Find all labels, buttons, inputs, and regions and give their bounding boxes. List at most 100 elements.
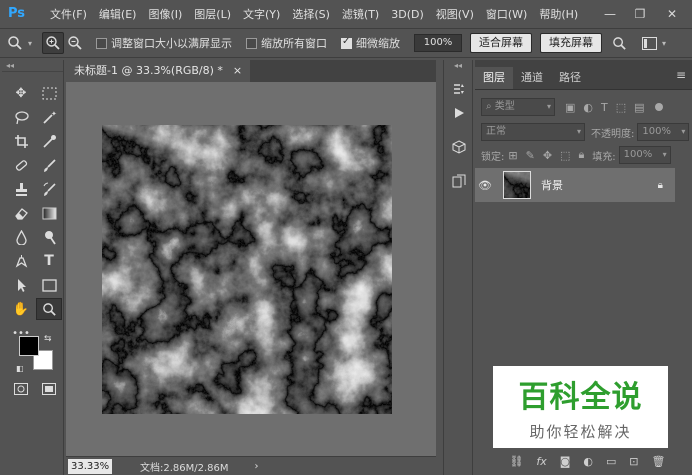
search-icon[interactable] bbox=[608, 32, 630, 54]
menu-3d[interactable]: 3D(D) bbox=[385, 8, 430, 21]
dodge-tool-icon[interactable] bbox=[36, 226, 62, 248]
panel-menu-icon[interactable]: ≡ bbox=[676, 68, 686, 82]
marquee-tool-icon[interactable] bbox=[36, 82, 62, 104]
tab-layers[interactable]: 图层 bbox=[475, 67, 513, 89]
filter-adjustment-icon[interactable]: ◐ bbox=[583, 101, 593, 114]
status-menu-arrow-icon[interactable]: › bbox=[255, 461, 259, 472]
rectangle-tool-icon[interactable] bbox=[36, 274, 62, 296]
minimize-button[interactable]: — bbox=[596, 0, 624, 28]
move-tool-icon[interactable]: ✥ bbox=[8, 82, 34, 104]
resize-windows-option[interactable]: 调整窗口大小以满屏显示 bbox=[96, 35, 232, 51]
fill-screen-button[interactable]: 填充屏幕 bbox=[540, 33, 603, 53]
menu-image[interactable]: 图像(I) bbox=[142, 6, 188, 22]
close-button[interactable]: ✕ bbox=[658, 0, 686, 28]
menu-layer[interactable]: 图层(L) bbox=[188, 6, 237, 22]
clone-stamp-tool-icon[interactable] bbox=[8, 178, 34, 200]
lock-artboard-icon[interactable]: ⬚ bbox=[560, 149, 570, 162]
filter-toggle-icon[interactable] bbox=[654, 103, 663, 111]
menu-edit[interactable]: 编辑(E) bbox=[93, 6, 143, 22]
3d-panel-icon[interactable] bbox=[448, 136, 470, 158]
adjustment-layer-icon[interactable]: ◐ bbox=[583, 455, 593, 468]
workspace-icon[interactable] bbox=[638, 32, 660, 54]
lock-all-icon[interactable]: 🔒︎ bbox=[578, 148, 584, 162]
status-zoom-field[interactable]: 33.33% bbox=[68, 458, 112, 474]
history-brush-tool-icon[interactable] bbox=[36, 178, 62, 200]
workspace-chevron-icon[interactable]: ▾ bbox=[662, 39, 666, 48]
fill-field[interactable]: 100% ▾ bbox=[618, 146, 671, 164]
blend-mode-select[interactable]: 正常 ▾ bbox=[481, 123, 585, 141]
menu-select[interactable]: 选择(S) bbox=[286, 6, 336, 22]
scrubby-zoom-option[interactable]: 细微缩放 bbox=[341, 35, 400, 51]
magic-wand-tool-icon[interactable]: ✦ bbox=[36, 106, 62, 128]
zoom-out-icon[interactable] bbox=[64, 32, 86, 54]
zoom-all-option[interactable]: 缩放所有窗口 bbox=[246, 35, 327, 51]
crop-tool-icon[interactable] bbox=[8, 130, 34, 152]
status-bar: 33.33% 文档:2.86M/2.86M › bbox=[66, 456, 436, 475]
menu-window[interactable]: 窗口(W) bbox=[480, 6, 533, 22]
document-tab[interactable]: 未标题-1 @ 33.3%(RGB/8) * × bbox=[66, 60, 251, 82]
menu-view[interactable]: 视图(V) bbox=[430, 6, 480, 22]
layer-row-background[interactable]: 👁︎ 背景 🔒︎ bbox=[475, 168, 675, 202]
canvas-workspace[interactable] bbox=[66, 82, 436, 456]
ps-logo: Ps bbox=[8, 6, 26, 21]
properties-panel-icon[interactable] bbox=[448, 170, 470, 192]
filter-type-icon[interactable]: T bbox=[601, 101, 608, 114]
svg-text:✦: ✦ bbox=[51, 110, 57, 118]
opacity-field[interactable]: 100% ▾ bbox=[637, 123, 690, 141]
filter-shape-icon[interactable]: ⬚ bbox=[616, 101, 626, 114]
layer-style-fx-icon[interactable]: fx bbox=[536, 455, 546, 468]
quick-mask-icon[interactable] bbox=[8, 378, 34, 400]
zoom-in-icon[interactable] bbox=[42, 32, 65, 54]
restore-button[interactable]: ❐ bbox=[626, 0, 654, 28]
menu-filter[interactable]: 滤镜(T) bbox=[336, 6, 385, 22]
pen-tool-icon[interactable] bbox=[8, 250, 34, 272]
swap-colors-icon[interactable]: ⇆ bbox=[44, 334, 52, 344]
scrubby-zoom-checkbox[interactable] bbox=[341, 36, 353, 49]
menu-type[interactable]: 文字(Y) bbox=[237, 6, 286, 22]
gradient-tool-icon[interactable] bbox=[36, 202, 62, 224]
toolbox: ◂◂ ✥ ✦ T ✋ ••• ⇆ ◧ bbox=[2, 60, 64, 475]
new-layer-icon[interactable]: ⊡ bbox=[629, 455, 638, 468]
default-colors-icon[interactable]: ◧ bbox=[16, 364, 24, 373]
screen-mode-icon[interactable] bbox=[36, 378, 62, 400]
toolbox-collapse-icon[interactable]: ◂◂ bbox=[2, 60, 63, 72]
eraser-tool-icon[interactable] bbox=[8, 202, 34, 224]
path-selection-tool-icon[interactable] bbox=[8, 274, 34, 296]
actions-panel-play-icon[interactable] bbox=[448, 102, 470, 124]
zoom-percent-field[interactable]: 100% bbox=[414, 34, 463, 52]
tab-channels[interactable]: 通道 bbox=[513, 67, 551, 89]
lock-image-icon[interactable]: ✎ bbox=[526, 149, 535, 162]
hand-tool-icon[interactable]: ✋ bbox=[8, 298, 34, 320]
document-canvas-clouds[interactable] bbox=[102, 125, 392, 414]
preset-chevron-icon[interactable]: ▾ bbox=[28, 39, 32, 48]
delete-layer-icon[interactable]: 🗑︎ bbox=[651, 455, 665, 468]
document-tab-close-icon[interactable]: × bbox=[233, 60, 242, 82]
type-tool-icon[interactable]: T bbox=[36, 250, 62, 272]
history-panel-icon[interactable] bbox=[448, 78, 470, 100]
eyedropper-tool-icon[interactable] bbox=[36, 130, 62, 152]
zoom-tool-preset-icon[interactable] bbox=[4, 32, 26, 54]
filter-pixel-icon[interactable]: ▣ bbox=[565, 101, 575, 114]
zoom-tool-icon[interactable] bbox=[36, 298, 62, 320]
lasso-tool-icon[interactable] bbox=[8, 106, 34, 128]
layer-kind-filter[interactable]: ⌕ 类型 ▾ bbox=[481, 98, 555, 116]
brush-tool-icon[interactable] bbox=[36, 154, 62, 176]
add-mask-icon[interactable]: ◙ bbox=[560, 455, 571, 468]
lock-transparent-icon[interactable]: ⊞ bbox=[508, 149, 517, 162]
zoom-all-checkbox[interactable] bbox=[246, 37, 258, 49]
blur-tool-icon[interactable] bbox=[8, 226, 34, 248]
menu-file[interactable]: 文件(F) bbox=[44, 6, 93, 22]
tab-paths[interactable]: 路径 bbox=[551, 67, 589, 89]
layer-visibility-eye-icon[interactable]: 👁︎ bbox=[475, 179, 495, 192]
resize-windows-checkbox[interactable] bbox=[96, 37, 108, 49]
healing-brush-tool-icon[interactable] bbox=[8, 154, 34, 176]
panels-collapse-icon[interactable]: ◂◂ bbox=[444, 60, 472, 72]
menu-help[interactable]: 帮助(H) bbox=[533, 6, 584, 22]
new-group-icon[interactable]: ▭ bbox=[606, 455, 616, 468]
filter-smart-object-icon[interactable]: ▤ bbox=[634, 101, 644, 114]
lock-position-icon[interactable]: ✥ bbox=[543, 149, 552, 162]
fit-screen-button[interactable]: 适合屏幕 bbox=[470, 33, 533, 53]
lock-fill-row: 锁定: ⊞ ✎ ✥ ⬚ 🔒︎ 填充: 100% ▾ bbox=[475, 143, 692, 167]
foreground-color-swatch[interactable] bbox=[19, 336, 39, 356]
link-layers-icon[interactable]: ⛓ bbox=[509, 455, 523, 468]
